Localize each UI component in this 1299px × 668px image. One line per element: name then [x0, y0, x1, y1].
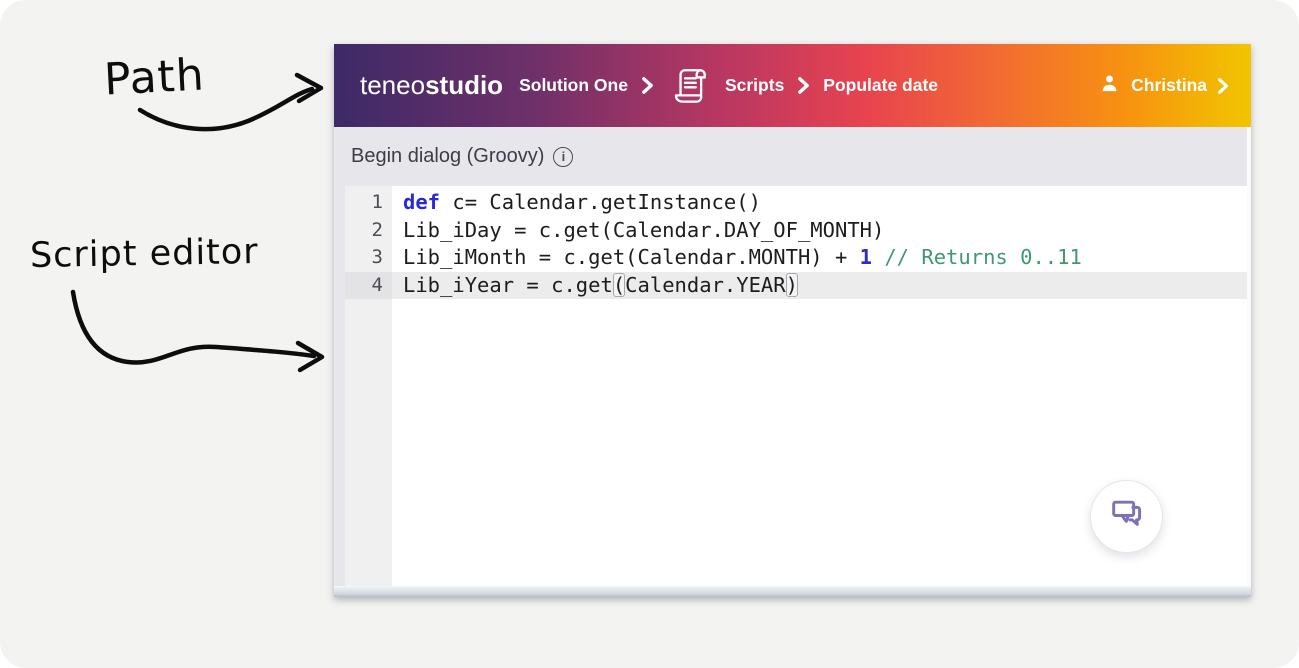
user-icon [1098, 72, 1121, 100]
breadcrumb: Solution One Scripts Populate date [519, 65, 938, 106]
code-line[interactable]: 4 Lib_iYear = c.get(Calendar.YEAR) [345, 271, 1247, 299]
teneo-studio-logo[interactable]: teneostudio [360, 70, 503, 101]
window-bottom-bar [334, 586, 1251, 597]
code-text[interactable]: Lib_iYear = c.get(Calendar.YEAR) [392, 271, 1247, 299]
info-icon[interactable]: i [553, 146, 574, 167]
code-line[interactable]: 1 def c= Calendar.getInstance() [345, 189, 1247, 217]
path-arrow-head [294, 72, 324, 104]
logo-bold: studio [425, 70, 504, 100]
scroll-icon [668, 65, 711, 106]
line-number: 2 [345, 216, 392, 244]
code-text[interactable]: def c= Calendar.getInstance() [392, 189, 1247, 217]
script-editor-arrow [70, 289, 317, 365]
logo-regular: teneo [360, 70, 426, 100]
code-line[interactable]: 3 Lib_iMonth = c.get(Calendar.MONTH) + 1 … [345, 244, 1247, 272]
code-text[interactable]: Lib_iDay = c.get(Calendar.DAY_OF_MONTH) [392, 217, 1247, 245]
chevron-right-icon [1217, 77, 1229, 94]
chevron-right-icon [641, 77, 654, 94]
code-line[interactable]: 2 Lib_iDay = c.get(Calendar.DAY_OF_MONTH) [345, 216, 1247, 245]
path-annotation-label: Path [102, 49, 206, 106]
breadcrumb-scripts[interactable]: Scripts [725, 75, 784, 96]
user-name: Christina [1131, 75, 1207, 95]
chevron-right-icon [797, 77, 810, 94]
script-editor-arrow-head [295, 340, 325, 373]
user-menu[interactable]: Christina [1098, 72, 1229, 100]
line-number: 4 [345, 271, 392, 299]
line-number: 3 [345, 244, 392, 272]
breadcrumb-solution[interactable]: Solution One [519, 75, 628, 96]
editor-title-row: Begin dialog (Groovy) i [334, 127, 1247, 186]
line-number: 1 [345, 189, 392, 217]
script-editor-annotation-label: Script editor [29, 232, 259, 276]
chat-button[interactable] [1090, 480, 1163, 553]
app-header: teneostudio Solution One Scripts Populat… [334, 44, 1251, 127]
screenshot-card: Path Script editor teneostudio Solution … [0, 0, 1299, 668]
code-lines: 1 def c= Calendar.getInstance() 2 Lib_iDay … [345, 189, 1247, 299]
breadcrumb-page: Populate date [823, 75, 939, 95]
chat-bubbles-icon [1109, 497, 1145, 536]
code-text[interactable]: Lib_iMonth = c.get(Calendar.MONTH) + 1 /… [392, 244, 1247, 272]
editor-title: Begin dialog (Groovy) [351, 145, 545, 167]
